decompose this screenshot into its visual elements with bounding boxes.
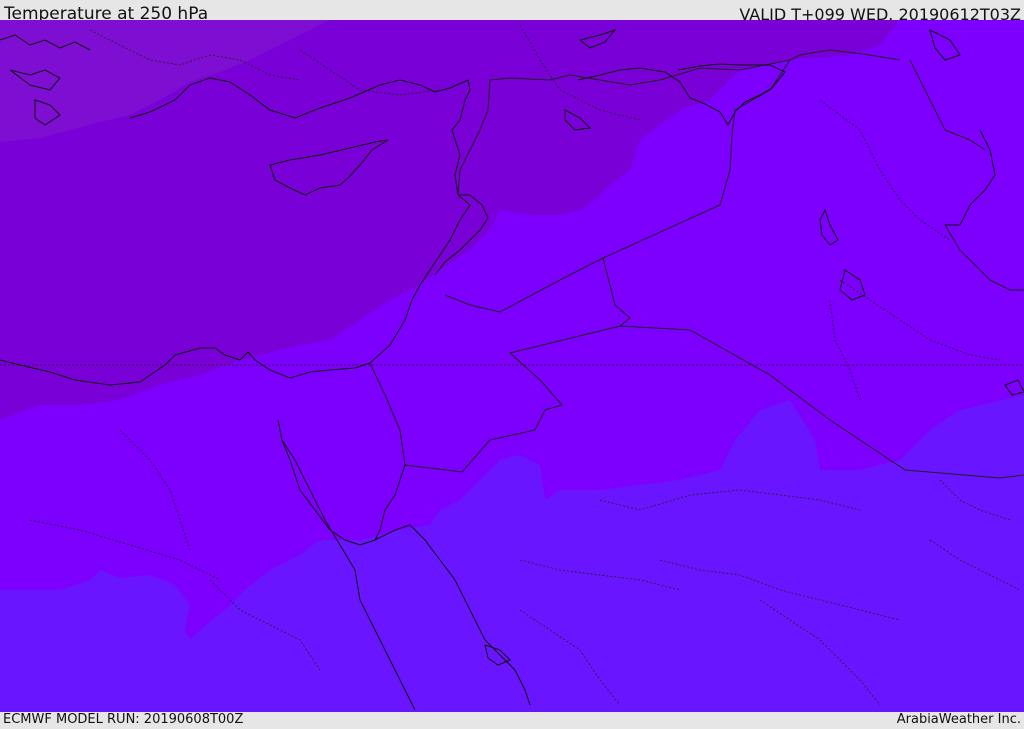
map-area[interactable] — [0, 20, 1024, 712]
map-canvas — [0, 20, 1024, 712]
weather-map-frame: Temperature at 250 hPa VALID T+099 WED. … — [0, 0, 1024, 729]
credit-label: ArabiaWeather Inc. — [896, 712, 1021, 727]
model-run-label: ECMWF MODEL RUN: 20190608T00Z — [3, 712, 244, 727]
